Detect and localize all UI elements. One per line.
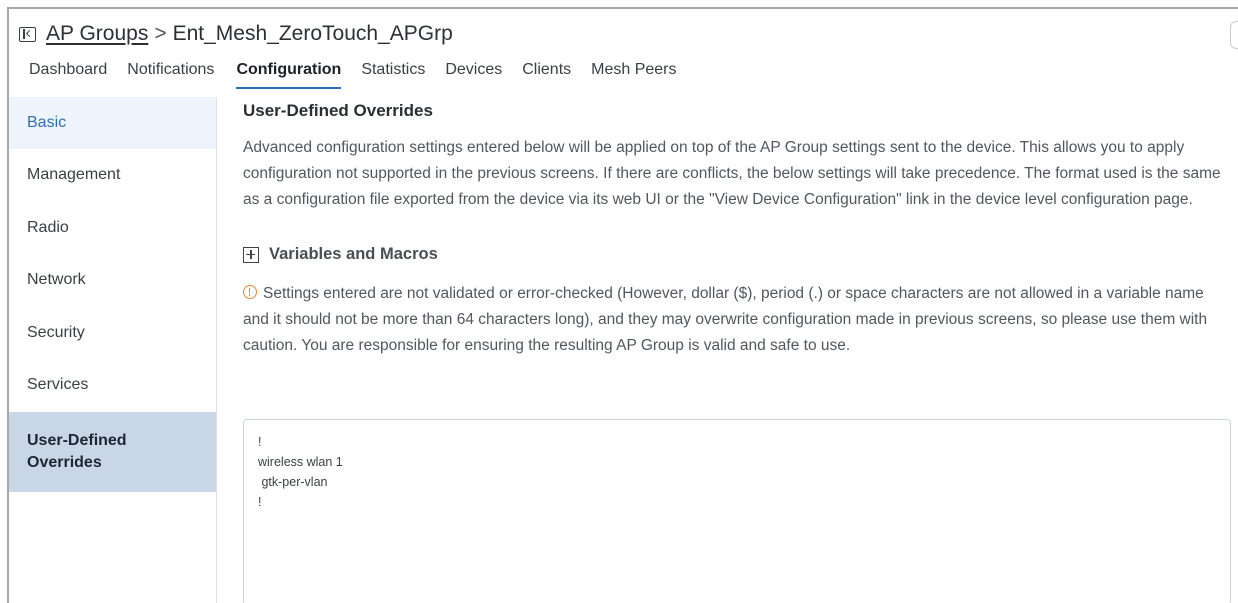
tab-clients[interactable]: Clients [522, 59, 571, 87]
sidebar-item-user-defined-overrides[interactable]: User-Defined Overrides [9, 411, 216, 492]
warning-message: Settings entered are not validated or er… [243, 281, 1228, 359]
warning-circle-icon [243, 285, 257, 299]
config-textarea[interactable]: ! wireless wlan 1 gtk-per-vlan ! [243, 419, 1231, 603]
variables-macros-expander[interactable]: Variables and Macros [243, 245, 438, 264]
breadcrumb: AP Groups > Ent_Mesh_ZeroTouch_APGrp [19, 18, 453, 50]
tab-statistics[interactable]: Statistics [361, 59, 425, 87]
main-content: User-Defined Overrides Advanced configur… [243, 97, 1238, 603]
expander-label: Variables and Macros [269, 245, 438, 263]
tab-dashboard[interactable]: Dashboard [29, 59, 107, 87]
sidebar-item-basic[interactable]: Basic [9, 97, 216, 149]
warning-text: Settings entered are not validated or er… [243, 285, 1208, 354]
section-title: User-Defined Overrides [243, 101, 433, 120]
breadcrumb-current: Ent_Mesh_ZeroTouch_APGrp [172, 22, 453, 45]
breadcrumb-separator: > [154, 22, 167, 45]
sidebar-item-radio[interactable]: Radio [9, 202, 216, 255]
sidebar-item-network[interactable]: Network [9, 254, 216, 307]
sidebar-collapse-icon[interactable] [19, 26, 36, 42]
breadcrumb-ap-groups-link[interactable]: AP Groups [46, 22, 148, 46]
tab-configuration[interactable]: Configuration [236, 59, 342, 89]
page-header: AP Groups > Ent_Mesh_ZeroTouch_APGrp Das… [9, 9, 1238, 97]
tab-notifications[interactable]: Notifications [127, 59, 214, 87]
tab-devices[interactable]: Devices [445, 59, 502, 87]
sidebar-item-services[interactable]: Services [9, 359, 216, 412]
sidebar-item-security[interactable]: Security [9, 307, 216, 360]
app-frame: AP Groups > Ent_Mesh_ZeroTouch_APGrp Das… [7, 7, 1238, 603]
tab-bar: Dashboard Notifications Configuration St… [29, 59, 697, 91]
sidebar-item-management[interactable]: Management [9, 149, 216, 202]
config-sidebar: Basic Management Radio Network Security … [9, 97, 217, 603]
header-action-button[interactable] [1230, 21, 1238, 49]
tab-mesh-peers[interactable]: Mesh Peers [591, 59, 676, 87]
section-description: Advanced configuration settings entered … [243, 139, 1221, 208]
plus-box-icon[interactable] [243, 246, 259, 263]
